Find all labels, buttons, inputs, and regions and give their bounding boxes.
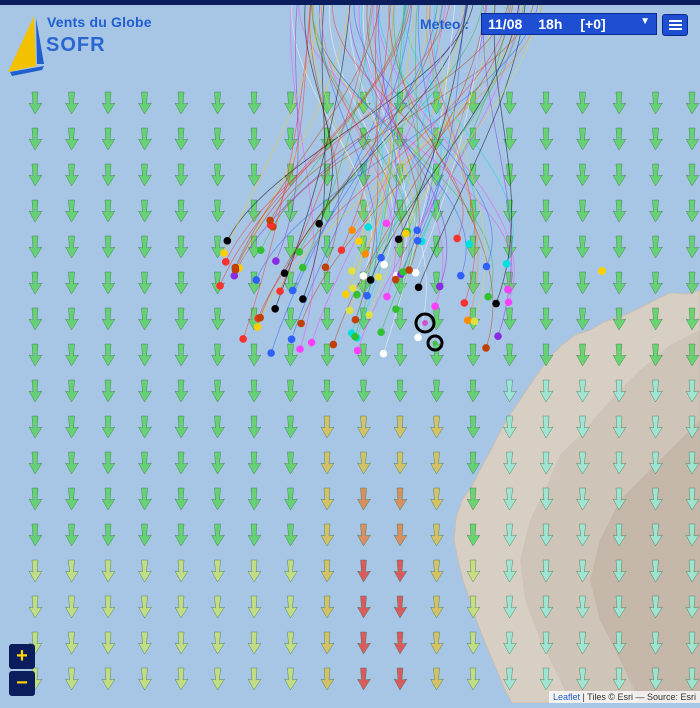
boat-marker[interactable] <box>394 235 403 244</box>
boat-marker[interactable] <box>349 284 357 293</box>
boat-marker[interactable] <box>287 335 296 344</box>
boat-marker[interactable] <box>365 311 374 319</box>
boat-marker[interactable] <box>307 338 316 347</box>
boat-marker[interactable] <box>484 292 493 301</box>
boat-marker[interactable] <box>364 223 373 231</box>
boat-marker[interactable] <box>321 263 330 272</box>
boat-marker[interactable] <box>299 263 307 272</box>
second-boat <box>432 340 438 346</box>
meteo-offset: [+0] <box>580 16 606 32</box>
boat-marker[interactable] <box>402 229 410 238</box>
boat-marker[interactable] <box>482 344 490 352</box>
boat-marker[interactable] <box>345 306 354 315</box>
zoom-out-button[interactable]: − <box>9 671 35 696</box>
map-svg <box>0 0 700 704</box>
boat-marker[interactable] <box>353 290 361 299</box>
boat-marker[interactable] <box>470 317 479 326</box>
boat-marker[interactable] <box>411 269 420 277</box>
boat-marker[interactable] <box>379 349 388 358</box>
boat-marker[interactable] <box>252 276 261 284</box>
boat-marker[interactable] <box>460 299 469 307</box>
boat-marker[interactable] <box>289 286 297 295</box>
boat-marker[interactable] <box>257 246 265 255</box>
meteo-hour: 18h <box>538 16 563 32</box>
boat-marker[interactable] <box>348 267 356 275</box>
boat-marker[interactable] <box>431 302 439 311</box>
top-bar <box>0 0 700 5</box>
boat-marker[interactable] <box>359 272 368 280</box>
boat-marker[interactable] <box>391 275 400 284</box>
boat-marker[interactable] <box>492 299 500 308</box>
chevron-down-icon: ▼ <box>640 16 650 27</box>
boat-marker[interactable] <box>377 328 385 336</box>
attribution-text: | Tiles © Esri — Source: Esri <box>580 692 697 702</box>
boat-marker[interactable] <box>253 323 262 331</box>
boat-marker[interactable] <box>414 283 423 292</box>
boat-marker[interactable] <box>464 316 472 325</box>
boat-marker[interactable] <box>341 290 350 299</box>
boat-marker[interactable] <box>380 260 388 269</box>
boat-marker[interactable] <box>361 250 370 258</box>
boat-marker[interactable] <box>482 262 491 271</box>
boat-marker[interactable] <box>598 267 606 275</box>
boat-marker[interactable] <box>337 246 346 254</box>
boat-marker[interactable] <box>231 263 240 272</box>
boat-marker[interactable] <box>435 282 444 291</box>
boat-marker[interactable] <box>383 292 391 301</box>
boat-marker[interactable] <box>256 313 265 322</box>
meteo-label: Meteo : <box>420 16 469 32</box>
boat-marker[interactable] <box>351 315 360 324</box>
boat-marker[interactable] <box>405 266 413 274</box>
boat-marker[interactable] <box>366 276 375 284</box>
selected-boat <box>422 320 428 326</box>
boat-marker[interactable] <box>239 335 247 343</box>
boat-marker[interactable] <box>315 219 323 228</box>
logo[interactable]: Vents du Globe SOFR <box>6 10 176 76</box>
map-canvas[interactable] <box>0 0 700 704</box>
boat-marker[interactable] <box>374 273 383 281</box>
meteo-time-select[interactable]: 11/08 18h [+0] ▼ <box>481 13 657 35</box>
boat-marker[interactable] <box>299 295 307 303</box>
boat-marker[interactable] <box>223 237 232 245</box>
boat-marker[interactable] <box>382 219 391 228</box>
logo-title: Vents du Globe <box>47 14 152 30</box>
boat-marker[interactable] <box>392 305 400 314</box>
meteo-date: 11/08 <box>488 16 523 32</box>
boat-marker[interactable] <box>271 304 279 313</box>
boat-marker[interactable] <box>353 346 362 355</box>
boat-marker[interactable] <box>504 285 512 294</box>
boat-marker[interactable] <box>266 216 274 225</box>
leaflet-link[interactable]: Leaflet <box>553 692 580 702</box>
zoom-in-button[interactable]: + <box>9 644 35 669</box>
boat-marker[interactable] <box>329 340 338 349</box>
boat-marker[interactable] <box>413 237 422 245</box>
boat-marker[interactable] <box>276 287 284 296</box>
boat-marker[interactable] <box>377 253 385 262</box>
boat-marker[interactable] <box>295 248 304 256</box>
boat-marker[interactable] <box>220 249 228 257</box>
boat-marker[interactable] <box>296 345 304 353</box>
boat-marker[interactable] <box>413 226 422 235</box>
logo-subtitle: SOFR <box>46 34 106 56</box>
boat-marker[interactable] <box>502 260 511 268</box>
boat-marker[interactable] <box>453 234 461 243</box>
boat-marker[interactable] <box>272 257 280 265</box>
boat-marker[interactable] <box>355 237 363 245</box>
boat-marker[interactable] <box>504 298 513 307</box>
boat-marker[interactable] <box>280 269 289 277</box>
boat-marker[interactable] <box>216 281 224 290</box>
boat-marker[interactable] <box>221 258 230 266</box>
boat-marker[interactable] <box>267 349 275 357</box>
boat-marker[interactable] <box>348 226 356 234</box>
sail-logo-icon <box>8 16 44 76</box>
boat-marker[interactable] <box>297 319 305 328</box>
boat-marker[interactable] <box>494 332 502 340</box>
menu-button[interactable] <box>662 14 688 36</box>
boat-marker[interactable] <box>363 291 371 300</box>
boat-marker[interactable] <box>465 240 473 248</box>
boat-marker[interactable] <box>414 333 422 342</box>
map-attribution: Leaflet | Tiles © Esri — Source: Esri <box>548 691 700 703</box>
boat-marker[interactable] <box>456 271 465 280</box>
boat-marker[interactable] <box>351 332 359 341</box>
